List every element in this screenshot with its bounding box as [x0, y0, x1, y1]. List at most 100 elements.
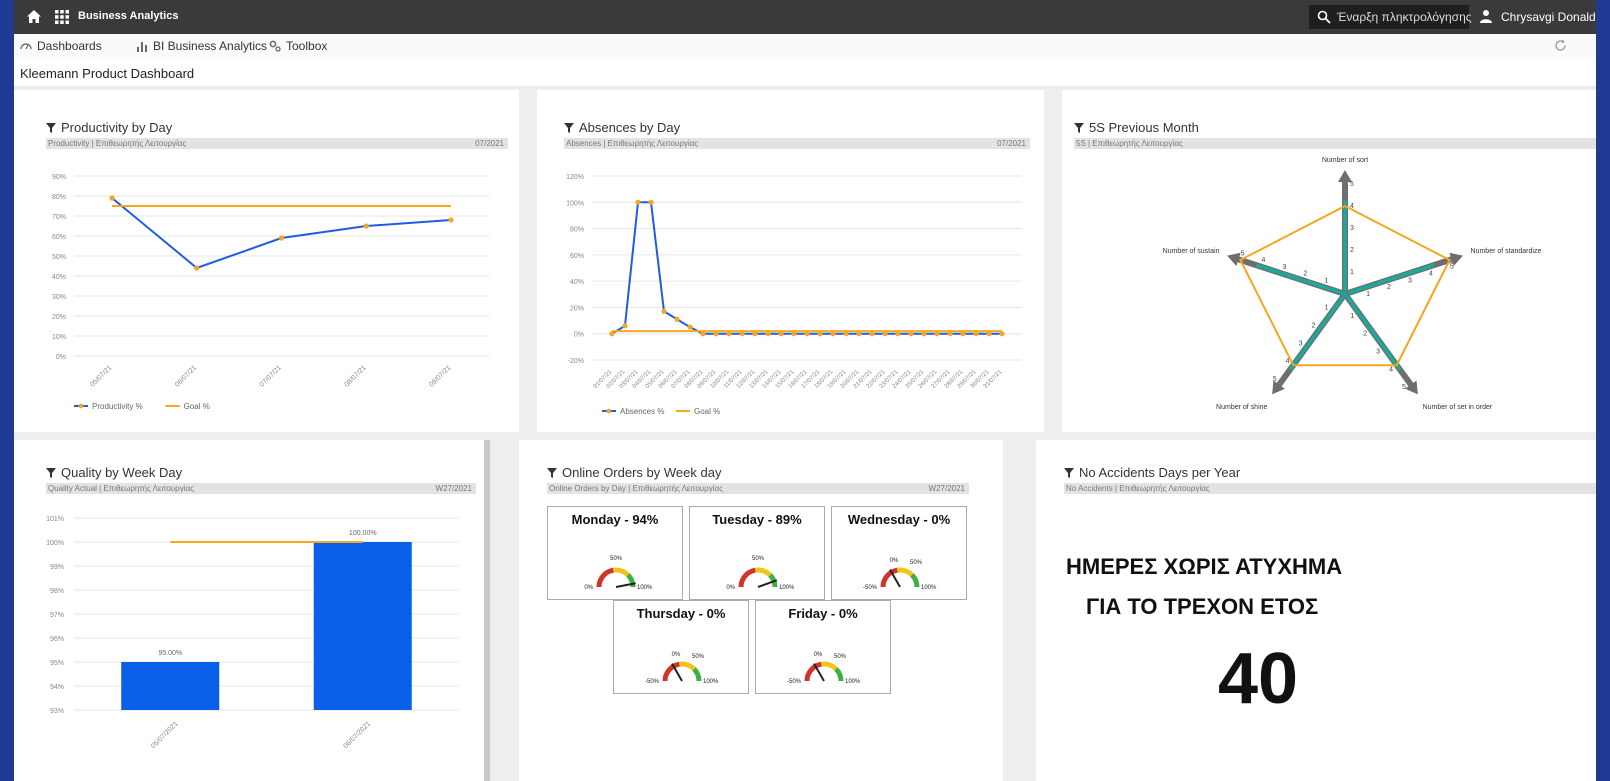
gauge-min-label: -50% — [645, 679, 660, 685]
gauge-band — [834, 667, 844, 682]
nav-toolbox[interactable]: Toolbox — [269, 39, 327, 53]
radar-axis-label: Number of sort — [1322, 157, 1368, 164]
y-tick-label: 98% — [50, 588, 64, 595]
radar-axis-fill — [1255, 263, 1346, 296]
y-tick-label: 0% — [574, 332, 584, 339]
gauge-max-label: 100% — [921, 585, 937, 591]
card-subtitle-bar: 5S | Επιθεωρητής Λειτουργίας — [1074, 138, 1596, 149]
home-icon[interactable] — [26, 9, 42, 25]
gauge-wednesday[interactable]: Wednesday - 0% -50% 100% 0% 50% — [831, 506, 967, 600]
gauge-dial: 0% 100% 50% — [584, 556, 653, 591]
radar-tick-label: 5 — [1450, 264, 1454, 271]
app-brand[interactable]: Business Analytics — [78, 10, 178, 22]
gauge-title: Tuesday - 89% — [712, 512, 802, 527]
gauge-dial: -50% 100% 0% 50% — [645, 652, 719, 685]
refresh-icon[interactable] — [1554, 39, 1567, 52]
quality-chart[interactable]: 93% 94% 95% 96% 97% 98% 99% 100% 101% 95.00% 05/07… — [14, 498, 484, 781]
search-box[interactable]: Έναρξη πληκτρολόγησης — [1309, 5, 1472, 29]
gauge-thursday[interactable]: Thursday - 0% -50% 100% 0% 50% — [613, 600, 749, 694]
filter-icon[interactable] — [1074, 123, 1084, 133]
radar-tick-label: 3 — [1350, 225, 1354, 232]
card-title: Quality by Week Day — [46, 465, 182, 480]
card-period: 07/2021 — [475, 139, 504, 148]
dashboard-canvas: Productivity by Day Productivity | Επιθε… — [14, 88, 1596, 781]
user-name: Chrysavgi Donaldsi — [1501, 10, 1596, 24]
data-point — [687, 324, 693, 330]
nav-bar: Dashboards BI Business Analytics Toolbox — [14, 34, 1596, 58]
card-scrollbar[interactable] — [484, 440, 490, 781]
y-tick-label: -20% — [568, 358, 584, 365]
filter-icon[interactable] — [46, 123, 56, 133]
card-orders[interactable]: Online Orders by Week day Online Orders … — [519, 440, 1003, 781]
user-icon — [1480, 10, 1492, 23]
y-tick-label: 70% — [52, 214, 66, 221]
y-tick-label: 40% — [52, 274, 66, 281]
radar-tick-label: 4 — [1286, 358, 1290, 365]
filter-icon[interactable] — [564, 123, 574, 133]
card-accidents[interactable]: No Accidents Days per Year No Accidents … — [1036, 440, 1596, 781]
filter-icon[interactable] — [46, 468, 56, 478]
y-tick-label: 93% — [50, 708, 64, 715]
absences-chart[interactable]: -20%0%20%40%60%80%100%120%01/07/2102/07/… — [537, 150, 1044, 432]
y-tick-label: 50% — [52, 254, 66, 261]
nav-dashboards[interactable]: Dashboards — [20, 39, 102, 53]
gauge-monday[interactable]: Monday - 94% 0% 100% 50% — [547, 506, 683, 600]
card-period: W27/2021 — [435, 484, 472, 493]
card-productivity[interactable]: Productivity by Day Productivity | Επιθε… — [14, 90, 519, 432]
gauge-band — [896, 567, 914, 577]
legend-label: Goal % — [694, 407, 720, 416]
accidents-days-value: 40 — [1218, 639, 1299, 719]
y-tick-label: 101% — [46, 516, 64, 523]
gauge-tuesday[interactable]: Tuesday - 89% 0% 100% 50% — [689, 506, 825, 600]
card-title-text: Absences by Day — [579, 120, 681, 135]
card-5s[interactable]: 5S Previous Month 5S | Επιθεωρητής Λειτο… — [1062, 90, 1596, 432]
y-tick-label: 0% — [56, 354, 66, 361]
card-subtitle: Absences | Επιθεωρητής Λειτουργίας — [566, 139, 699, 148]
radar-tick-label: 3 — [1282, 264, 1286, 271]
data-point — [674, 316, 680, 322]
gauge-max-label: 100% — [845, 679, 861, 685]
5s-radar-chart[interactable]: 1 2 3 4 5 Number of sort 1 2 3 4 5 Number of standa… — [1062, 150, 1596, 432]
legend-label: Productivity % — [92, 402, 143, 411]
page-title: Kleemann Product Dashboard — [20, 66, 195, 81]
gauge-dial: -50% 100% 0% 50% — [787, 652, 861, 685]
app-grid-icon[interactable] — [54, 9, 70, 25]
gauge-min-label: -50% — [863, 585, 878, 591]
x-tick-label: 09/07/21 — [428, 364, 452, 388]
legend-marker — [606, 408, 612, 414]
bar-chart-icon — [137, 42, 147, 52]
user-menu[interactable]: Chrysavgi Donaldsi — [1479, 9, 1596, 24]
gauge-max-label: 100% — [703, 679, 719, 685]
radar-tick-label: 2 — [1303, 271, 1307, 278]
y-tick-label: 60% — [52, 234, 66, 241]
card-subtitle: No Accidents | Επιθεωρητής Λειτουργίας — [1066, 484, 1210, 493]
y-tick-label: 94% — [50, 684, 64, 691]
gauge-band — [678, 661, 696, 671]
card-title-text: 5S Previous Month — [1089, 120, 1199, 135]
gauge-title: Friday - 0% — [788, 606, 858, 621]
nav-toolbox-label: Toolbox — [286, 39, 328, 53]
x-tick-label: 07/07/21 — [259, 364, 283, 388]
x-tick-label: 06/07/2021 — [342, 720, 372, 750]
data-point — [278, 235, 285, 241]
filter-icon[interactable] — [547, 468, 557, 478]
top-bar: Business Analytics Έναρξη πληκτρολόγησης… — [14, 0, 1596, 34]
accidents-line-1: ΗΜΕΡΕΣ ΧΩΡΙΣ ΑΤΥΧΗΜΑ — [1066, 554, 1343, 579]
nav-bi-analytics[interactable]: BI Business Analytics — [136, 39, 267, 53]
card-period: W27/2021 — [928, 484, 965, 493]
search-icon — [1317, 10, 1331, 24]
filter-icon[interactable] — [1064, 468, 1074, 478]
x-tick-label: 08/07/21 — [343, 364, 367, 388]
bar — [313, 542, 412, 710]
productivity-chart[interactable]: 0% 10% 20% 30% 40% 50% 60% 70% 80% 90% 05/07/21 06/… — [14, 150, 519, 432]
gauge-friday[interactable]: Friday - 0% -50% 100% 0% 50% — [755, 600, 891, 694]
card-subtitle-bar: No Accidents | Επιθεωρητής Λειτουργίας — [1064, 483, 1596, 494]
card-absences[interactable]: Absences by Day Absences | Επιθεωρητής Λ… — [537, 90, 1044, 432]
bar-data-label: 100.00% — [349, 530, 377, 537]
radar-axis-label: Number of set in order — [1423, 404, 1493, 411]
radar-tick-label: 5 — [1350, 181, 1354, 188]
card-title-text: Quality by Week Day — [61, 465, 183, 480]
radar-tick-label: 2 — [1350, 247, 1354, 254]
card-quality[interactable]: Quality by Week Day Quality Actual | Επι… — [14, 440, 484, 781]
card-title: No Accidents Days per Year — [1064, 465, 1240, 480]
